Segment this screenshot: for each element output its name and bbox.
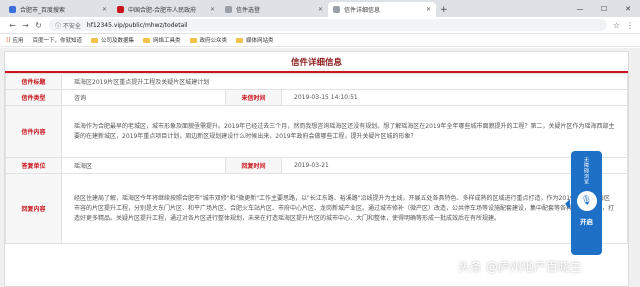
bookmark-label: 网络工具类 <box>153 38 181 44</box>
close-tab-icon[interactable]: ✕ <box>102 6 107 13</box>
back-icon[interactable]: ← <box>6 21 19 30</box>
menu-icon[interactable]: ⋮ <box>626 21 634 30</box>
watermark: 头条 @庐州地产百晓生 <box>458 260 582 274</box>
folder-icon <box>189 37 197 43</box>
bookmark-label: 百度一下，你就知道 <box>32 38 82 44</box>
folder-icon <box>90 37 98 43</box>
browser-tab[interactable]: 合肥市_百度搜索 ✕ <box>4 2 112 17</box>
table-row: 信件内容 瑶海作为合肥最早的老城区，城市形象及面貌亟需提升。2019年已经过去三… <box>5 105 628 158</box>
letter-time-label: 来信时间 <box>225 89 282 106</box>
url-input[interactable]: ⓘ 不安全 hf12345.vip/public/mhwz/todetail <box>49 19 607 31</box>
browser-tab-active[interactable]: 信件详细信息 ✕ <box>328 2 436 17</box>
page-content: 信件详细信息 信件标题 瑶海区2019片区重点提升工程及关疑片区城建计划 信件类… <box>0 48 640 287</box>
favicon-icon <box>9 6 16 13</box>
letter-content-label: 信件内容 <box>5 105 62 158</box>
letter-content-value: 瑶海作为合肥最早的老城区，城市形象及面貌亟需提升。2019年已经过去三个月，然而… <box>61 105 628 158</box>
close-tab-icon[interactable]: ✕ <box>426 6 431 13</box>
close-tab-icon[interactable]: ✕ <box>318 6 323 13</box>
tab-bar: 合肥市_百度搜索 ✕ 中国合肥-合肥市人民政府 ✕ 信件选登 ✕ 信件详细信息 … <box>0 0 640 17</box>
letter-type-value: 咨询 <box>61 89 226 106</box>
browser-tab[interactable]: 中国合肥-合肥市人民政府 ✕ <box>112 2 220 17</box>
voice-widget-arrow <box>565 199 570 209</box>
tab-title: 信件选登 <box>236 7 261 14</box>
page-title: 信件详细信息 <box>5 52 628 73</box>
url-text: hf12345.vip/public/mhwz/todetail <box>86 21 188 29</box>
bookmark-label: 公司及数据集 <box>100 38 134 44</box>
bookmark-baidu[interactable]: 百度一下，你就知道 <box>32 36 82 44</box>
tab-title: 中国合肥-合肥市人民政府 <box>128 7 197 14</box>
accessibility-voice-widget[interactable]: 无障碍浏览 🎙 开启 <box>571 151 602 255</box>
bookmark-star-icon[interactable]: ☆ <box>613 21 620 30</box>
favicon-icon <box>225 6 232 13</box>
address-bar: ← → ↻ ⓘ 不安全 hf12345.vip/public/mhwz/tode… <box>0 17 640 34</box>
close-tab-icon[interactable]: ✕ <box>210 6 215 13</box>
microphone-icon: 🎙 <box>576 190 597 211</box>
apps-icon: ⁞⁞ <box>6 36 11 44</box>
letter-detail-card: 信件详细信息 信件标题 瑶海区2019片区重点提升工程及关疑片区城建计划 信件类… <box>4 51 629 287</box>
forward-icon[interactable]: → <box>19 21 32 30</box>
reply-unit-value: 瑶海区 <box>61 157 226 174</box>
bookmark-label: 应用 <box>12 38 24 44</box>
bookmark-folder[interactable]: 网络工具类 <box>143 36 181 44</box>
letter-title-value: 瑶海区2019片区重点提升工程及关疑片区城建计划 <box>61 73 628 90</box>
folder-icon <box>143 37 150 43</box>
minimize-button[interactable]: — <box>568 5 592 13</box>
letter-detail-table: 信件标题 瑶海区2019片区重点提升工程及关疑片区城建计划 信件类型 咨询 来信… <box>5 73 628 244</box>
close-window-button[interactable]: ✕ <box>616 5 640 13</box>
table-row: 信件标题 瑶海区2019片区重点提升工程及关疑片区城建计划 <box>5 73 628 90</box>
reply-time-label: 回复时间 <box>225 157 282 174</box>
voice-widget-text: 无障碍浏览 <box>583 157 589 185</box>
bookmark-folder[interactable]: 政府公众类 <box>189 36 228 44</box>
bookmarks-bar: ⁞⁞ 应用 百度一下，你就知道 公司及数据集 网络工具类 政府公众类 媒体网站类 <box>0 34 640 47</box>
bookmark-label: 政府公众类 <box>199 38 228 44</box>
new-tab-button[interactable]: + <box>436 5 454 17</box>
folder-icon <box>236 37 244 43</box>
letter-time-value: 2019-03-15 14:10:51 <box>281 89 628 106</box>
table-row: 信件类型 咨询 来信时间 2019-03-15 14:10:51 <box>5 89 628 106</box>
favicon-icon <box>117 6 124 13</box>
voice-open-button[interactable]: 开启 <box>580 216 593 226</box>
reply-content-label: 回复内容 <box>5 173 62 244</box>
reload-icon[interactable]: ↻ <box>32 21 45 30</box>
security-indicator[interactable]: ⓘ 不安全 <box>55 21 81 30</box>
bookmark-folder[interactable]: 媒体网站类 <box>236 36 274 44</box>
browser-tab[interactable]: 信件选登 ✕ <box>220 2 328 17</box>
table-row: 答复单位 瑶海区 回复时间 2019-03-21 <box>5 157 628 174</box>
reply-content-value: 经区住建局了解，瑶海区今年将继续按照合肥市"城市双修"和"微更新"工作主要思路，… <box>61 173 628 244</box>
bookmark-apps[interactable]: ⁞⁞ 应用 <box>6 36 23 44</box>
letter-type-label: 信件类型 <box>5 89 62 106</box>
tab-title: 合肥市_百度搜索 <box>20 7 66 14</box>
tab-title: 信件详细信息 <box>344 7 381 14</box>
letter-title-label: 信件标题 <box>5 73 62 90</box>
window-controls: — ☐ ✕ <box>568 0 640 17</box>
reply-unit-label: 答复单位 <box>5 157 62 174</box>
bookmark-folder[interactable]: 公司及数据集 <box>90 36 134 44</box>
favicon-icon <box>333 6 340 13</box>
maximize-button[interactable]: ☐ <box>592 5 616 13</box>
bookmark-label: 媒体网站类 <box>246 38 274 44</box>
table-row: 回复内容 经区住建局了解，瑶海区今年将继续按照合肥市"城市双修"和"微更新"工作… <box>5 173 628 244</box>
